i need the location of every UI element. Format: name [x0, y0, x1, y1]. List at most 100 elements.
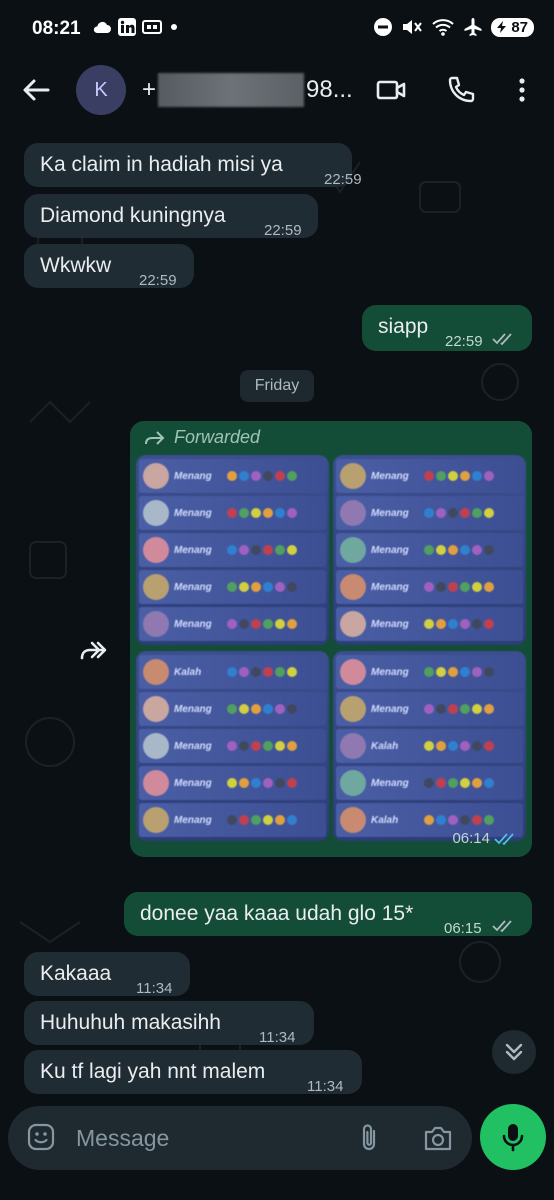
- match-result: Menang: [371, 618, 409, 630]
- back-arrow-icon[interactable]: [20, 74, 52, 106]
- forwarded-image[interactable]: Kalah Menang Menang Menang Menang: [136, 651, 329, 841]
- contact-name[interactable]: + 98...: [142, 73, 353, 107]
- status-bar: 08:21 87: [0, 0, 554, 60]
- system-nav-bar: [0, 1180, 554, 1200]
- item-icons: [227, 508, 297, 518]
- battery-indicator: 87: [491, 17, 534, 37]
- hero-avatar: [143, 463, 169, 489]
- item-icons: [424, 778, 494, 788]
- match-row: Menang: [139, 459, 326, 493]
- message-outgoing[interactable]: siapp 22:59: [362, 305, 532, 351]
- message-text: Kakaaa: [40, 962, 112, 985]
- double-check-icon: [492, 920, 512, 933]
- match-row: Menang: [336, 655, 523, 689]
- phone-call-icon[interactable]: [445, 74, 477, 106]
- hero-avatar: [340, 574, 366, 600]
- item-icons: [424, 704, 494, 714]
- forwarded-image[interactable]: Menang Menang Menang Menang Menang: [136, 455, 329, 645]
- dot-icon: [171, 24, 177, 30]
- message-incoming[interactable]: Ka claim in hadiah misi ya 22:59: [24, 143, 362, 188]
- status-time: 08:21: [32, 18, 81, 39]
- hero-avatar: [340, 807, 366, 833]
- item-icons: [424, 815, 494, 825]
- match-result: Menang: [174, 470, 212, 482]
- scroll-to-bottom-button[interactable]: [492, 1030, 536, 1074]
- forwarded-text: Forwarded: [174, 427, 261, 447]
- forwarded-message[interactable]: Forwarded Menang Menang Menang Menang Menang…: [130, 421, 532, 857]
- match-row: Menang: [139, 692, 326, 726]
- message-time: 22:59: [445, 333, 483, 350]
- message-outgoing[interactable]: donee yaa kaaa udah glo 15* 06:15: [124, 892, 532, 937]
- chat-header: K + 98...: [0, 60, 554, 122]
- redacted-number: [158, 73, 305, 107]
- item-icons: [227, 471, 297, 481]
- avatar[interactable]: K: [76, 65, 126, 115]
- match-row: Menang: [336, 607, 523, 641]
- message-text: Ka claim in hadiah misi ya: [40, 153, 283, 176]
- video-call-icon[interactable]: [375, 74, 407, 106]
- forwarded-image[interactable]: Menang Menang Kalah Menang Kalah: [333, 651, 526, 841]
- item-icons: [227, 667, 297, 677]
- item-icons: [227, 704, 297, 714]
- hero-avatar: [340, 696, 366, 722]
- match-result: Menang: [174, 544, 212, 556]
- message-text: donee yaa kaaa udah glo 15*: [140, 902, 414, 925]
- message-input[interactable]: Message: [76, 1125, 169, 1152]
- match-result: Menang: [371, 703, 409, 715]
- forwarded-label: Forwarded: [144, 427, 260, 448]
- match-result: Kalah: [371, 814, 399, 826]
- match-row: Menang: [336, 496, 523, 530]
- message-time: 22:59: [324, 171, 362, 188]
- hero-avatar: [143, 733, 169, 759]
- hero-avatar: [143, 537, 169, 563]
- message-text: Wkwkw: [40, 254, 112, 277]
- item-icons: [227, 778, 297, 788]
- match-row: Menang: [139, 533, 326, 567]
- message-text: siapp: [378, 315, 429, 338]
- hero-avatar: [340, 770, 366, 796]
- message-incoming[interactable]: Huhuhuh makasihh 11:34: [24, 1001, 314, 1046]
- message-composer: Message: [8, 1106, 472, 1170]
- hero-avatar: [340, 500, 366, 526]
- message-incoming[interactable]: Kakaaa 11:34: [24, 952, 190, 997]
- item-icons: [227, 582, 297, 592]
- match-result: Menang: [174, 507, 212, 519]
- item-icons: [424, 545, 494, 555]
- message-text: Ku tf lagi yah nnt malem: [40, 1060, 266, 1083]
- camera-icon[interactable]: [422, 1123, 454, 1153]
- hero-avatar: [143, 807, 169, 833]
- match-result: Kalah: [174, 666, 202, 678]
- match-result: Menang: [371, 666, 409, 678]
- match-result: Menang: [174, 814, 212, 826]
- sticker-emoji-icon[interactable]: [26, 1122, 56, 1152]
- battery-level: 87: [511, 18, 528, 36]
- item-icons: [424, 508, 494, 518]
- hero-avatar: [143, 500, 169, 526]
- message-time: 22:59: [139, 272, 177, 289]
- forwarded-image[interactable]: Menang Menang Menang Menang Menang: [333, 455, 526, 645]
- attach-paperclip-icon[interactable]: [354, 1122, 384, 1154]
- match-result: Menang: [371, 470, 409, 482]
- dnd-icon: [374, 18, 393, 36]
- contact-suffix: 98...: [306, 76, 353, 103]
- match-row: Kalah: [336, 729, 523, 763]
- message-incoming[interactable]: Diamond kuningnya 22:59: [24, 194, 318, 239]
- match-row: Menang: [139, 607, 326, 641]
- double-chevron-down-icon: [505, 1043, 523, 1061]
- match-result: Menang: [371, 544, 409, 556]
- match-row: Menang: [336, 459, 523, 493]
- message-incoming[interactable]: Wkwkw 22:59: [24, 244, 194, 289]
- match-row: Menang: [139, 570, 326, 604]
- chat-area[interactable]: Ka claim in hadiah misi ya 22:59 Diamond…: [0, 122, 554, 1100]
- more-options-icon[interactable]: [506, 74, 538, 106]
- hero-avatar: [143, 659, 169, 685]
- message-incoming[interactable]: Ku tf lagi yah nnt malem 11:34: [24, 1050, 362, 1095]
- forward-share-icon[interactable]: [78, 636, 112, 664]
- match-row: Menang: [336, 570, 523, 604]
- voice-message-button[interactable]: [480, 1104, 546, 1170]
- hero-avatar: [143, 696, 169, 722]
- weather-icon: [93, 21, 111, 33]
- hero-avatar: [143, 611, 169, 637]
- match-result: Kalah: [371, 740, 399, 752]
- item-icons: [227, 545, 297, 555]
